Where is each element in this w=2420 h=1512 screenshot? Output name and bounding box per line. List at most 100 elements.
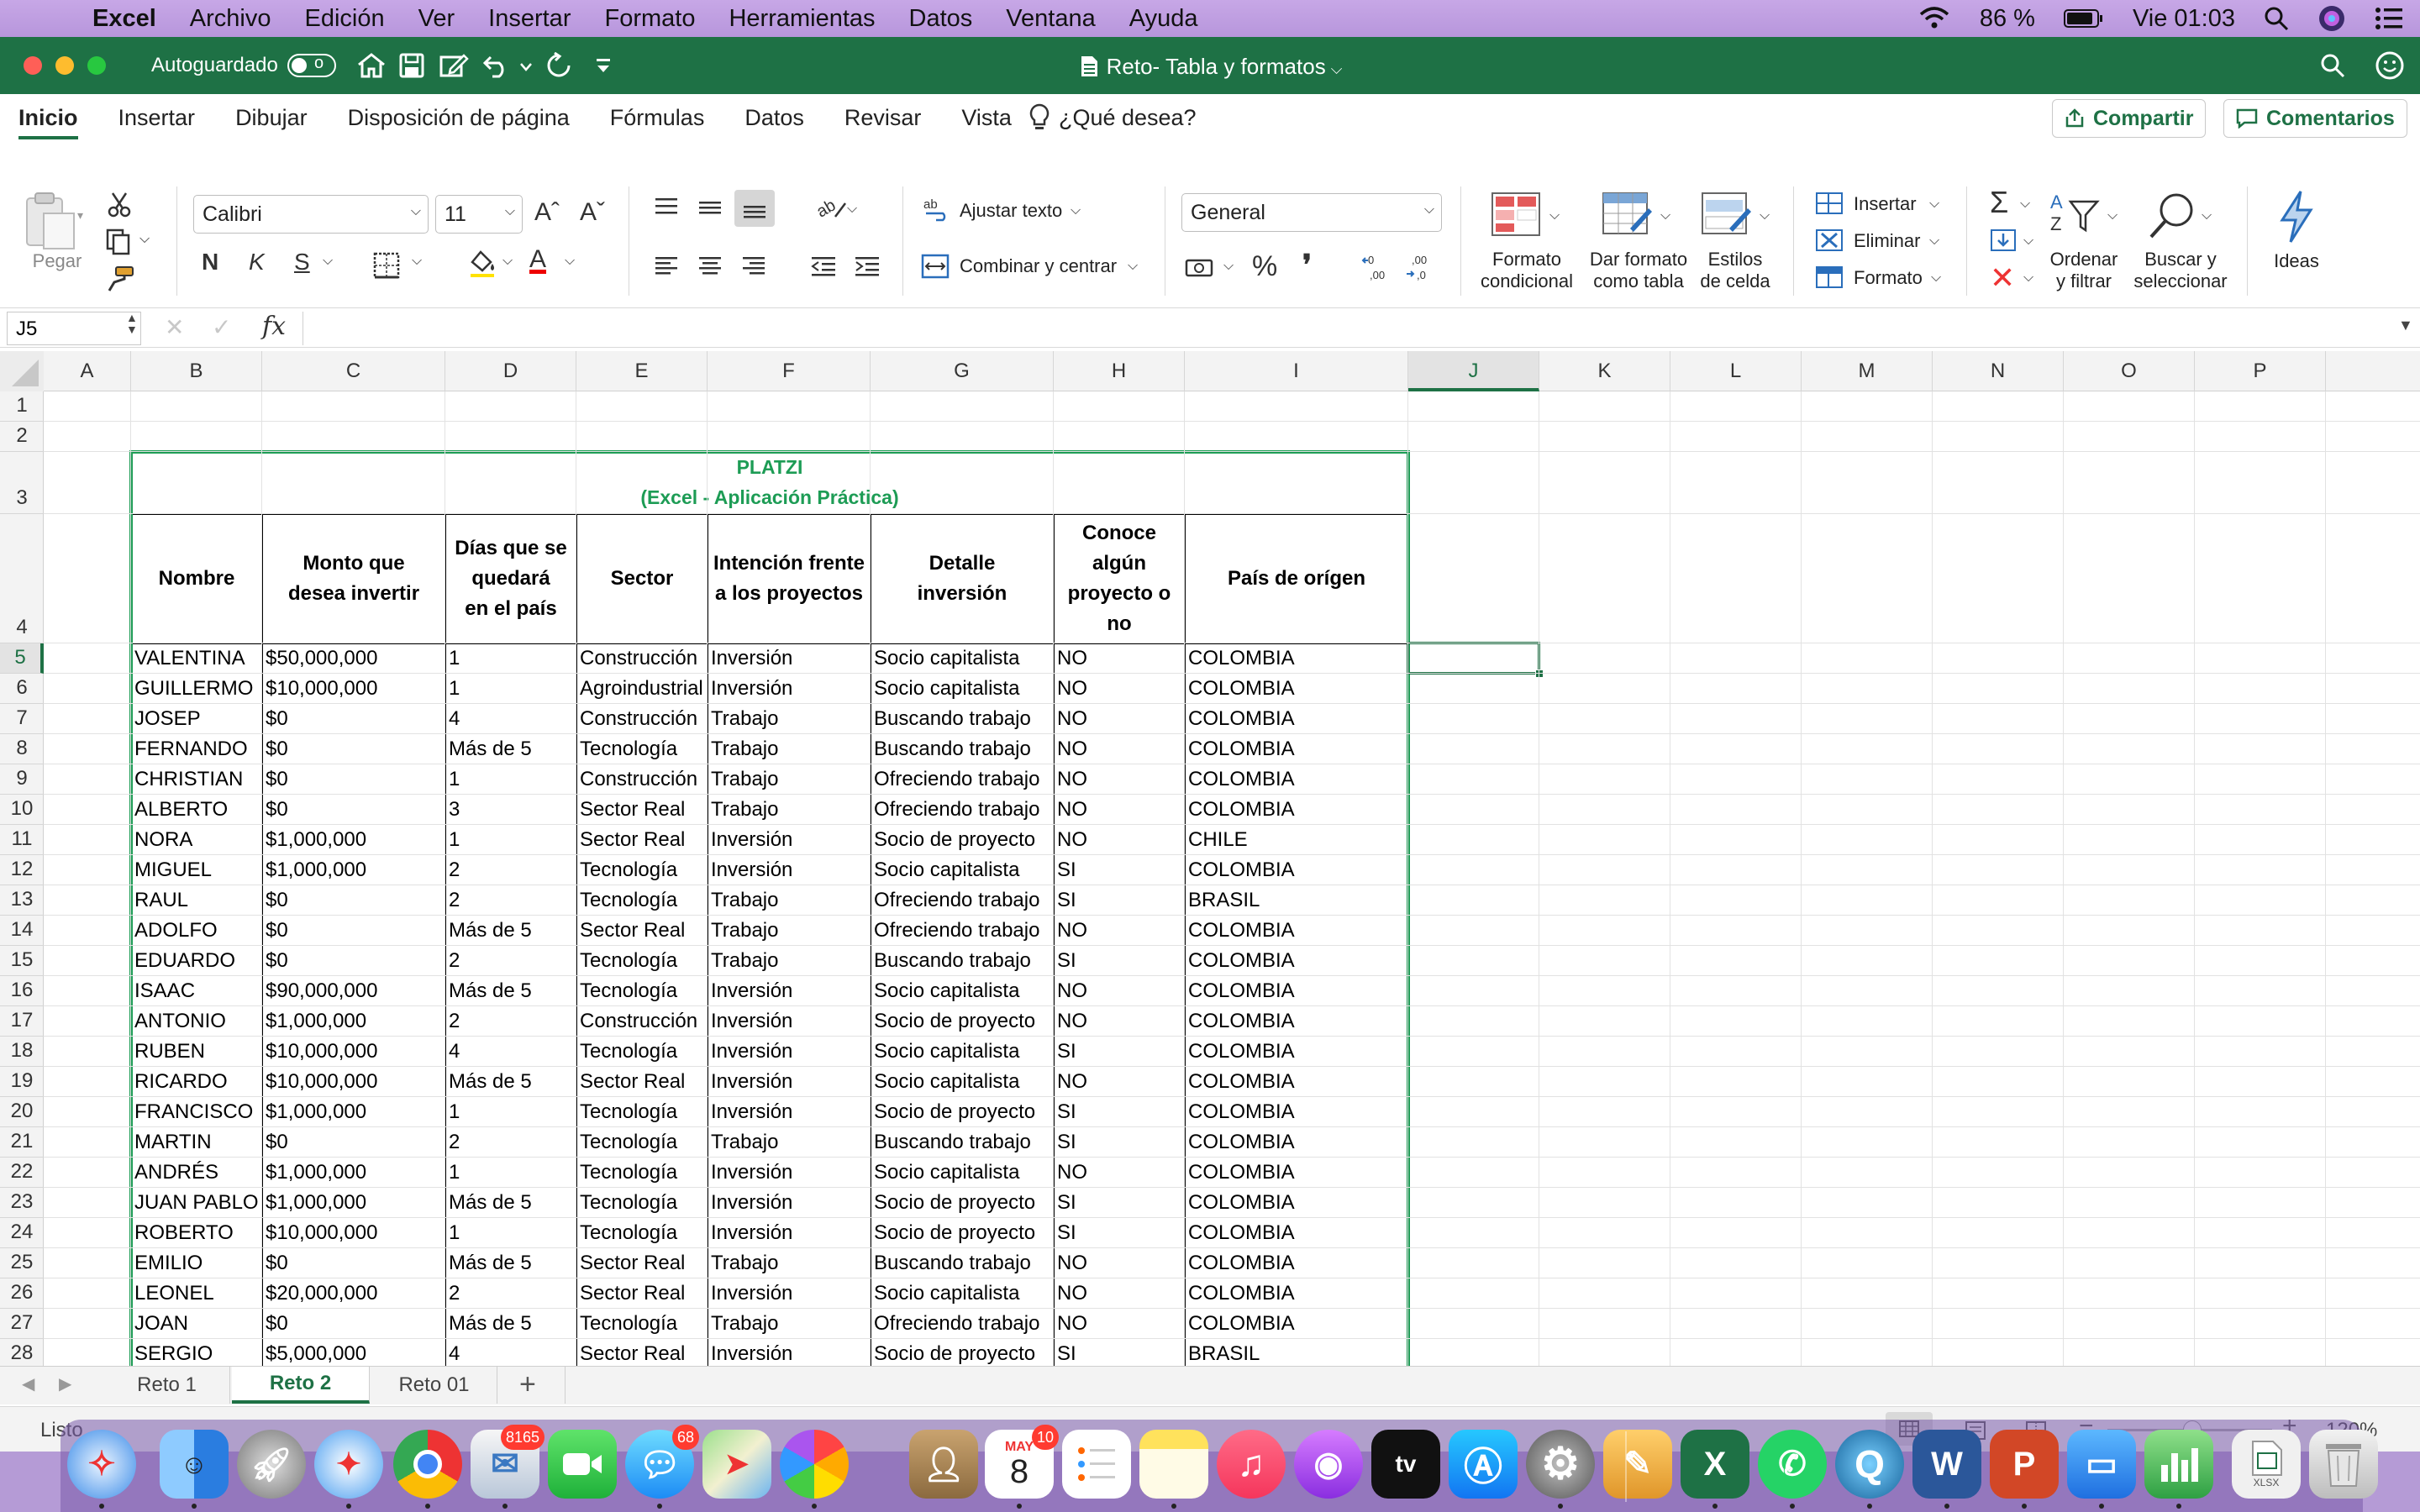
table-cell[interactable]: Tecnología [576,1218,706,1248]
table-cell[interactable]: 2 [445,885,575,916]
column-header-l[interactable]: L [1670,351,1802,391]
dock-notes-icon[interactable] [1139,1430,1208,1509]
table-cell[interactable]: Buscando trabajo [871,704,1052,734]
table-cell[interactable]: ISAAC [131,976,260,1006]
table-cell[interactable]: $0 [262,916,444,946]
tab-dibujar[interactable]: Dibujar [235,105,308,131]
table-cell[interactable]: $0 [262,734,444,764]
table-cell[interactable]: VALENTINA [131,643,260,674]
row-header-19[interactable]: 19 [0,1067,44,1097]
table-cell[interactable]: Trabajo [708,764,869,795]
row-header-8[interactable]: 8 [0,734,44,764]
table-cell[interactable]: Trabajo [708,1248,869,1278]
column-header-k[interactable]: K [1539,351,1670,391]
table-cell[interactable]: COLOMBIA [1185,1037,1407,1067]
table-cell[interactable]: Tecnología [576,976,706,1006]
table-cell[interactable]: Socio capitalista [871,976,1052,1006]
tab-inicio[interactable]: Inicio [18,97,78,139]
table-cell[interactable]: COLOMBIA [1185,643,1407,674]
table-cell[interactable]: CHILE [1185,825,1407,855]
table-cell[interactable]: Socio capitalista [871,1067,1052,1097]
menu-archivo[interactable]: Archivo [190,5,271,33]
row-header-4[interactable]: 4 [0,514,44,643]
table-cell[interactable]: $0 [262,1309,444,1339]
align-right-icon[interactable] [741,255,766,277]
ideas-label[interactable]: Ideas [2267,250,2326,272]
dock-keynote-icon[interactable]: ▭ [2067,1430,2136,1509]
table-cell[interactable]: ALBERTO [131,795,260,825]
table-cell[interactable]: Trabajo [708,795,869,825]
row-header-14[interactable]: 14 [0,916,44,946]
comma-style-button[interactable]: ❜ [1302,249,1312,282]
row-header-20[interactable]: 20 [0,1097,44,1127]
table-cell[interactable]: Socio capitalista [871,1278,1052,1309]
sort-filter-label[interactable]: Ordenar y filtrar [2033,249,2134,292]
table-cell[interactable]: Inversión [708,643,869,674]
table-cell[interactable]: Sector Real [576,1248,706,1278]
table-cell[interactable]: SI [1054,1339,1183,1366]
table-cell[interactable]: FERNANDO [131,734,260,764]
delete-cells-button[interactable]: Eliminar [1854,230,1920,252]
align-center-icon[interactable] [697,255,723,277]
table-cell[interactable]: EMILIO [131,1248,260,1278]
column-header-o[interactable]: O [2064,351,2195,391]
menu-ventana[interactable]: Ventana [1006,5,1095,33]
table-cell[interactable]: COLOMBIA [1185,704,1407,734]
table-cell[interactable]: Buscando trabajo [871,946,1052,976]
table-cell[interactable]: NO [1054,674,1183,704]
dock-calendar-icon[interactable]: MAY 8 10 [985,1425,1059,1509]
row-header-18[interactable]: 18 [0,1037,44,1067]
table-cell[interactable]: Trabajo [708,946,869,976]
align-top-icon[interactable] [654,197,679,218]
row-header-6[interactable]: 6 [0,674,44,704]
fill-color-dropdown-chevron-down-icon[interactable]: ⌵ [502,254,513,269]
table-cell[interactable]: Construcción [576,704,706,734]
table-cell[interactable]: FRANCISCO [131,1097,260,1127]
expand-formula-bar-chevron-down-icon[interactable]: ▼ [2398,317,2413,334]
row-header-10[interactable]: 10 [0,795,44,825]
table-cell[interactable]: $0 [262,764,444,795]
comments-button[interactable]: Comentarios [2223,99,2407,138]
document-title[interactable]: Reto- Tabla y formatos ⌵ [0,54,2420,80]
spotlight-search-icon[interactable] [2264,6,2289,31]
row-header-25[interactable]: 25 [0,1248,44,1278]
table-cell[interactable]: $10,000,000 [262,674,444,704]
row-header-11[interactable]: 11 [0,825,44,855]
table-cell[interactable]: COLOMBIA [1185,1278,1407,1309]
table-cell[interactable]: Tecnología [576,855,706,885]
table-cell[interactable]: Trabajo [708,1309,869,1339]
dock-excel-icon[interactable]: X [1681,1430,1749,1509]
column-header-j[interactable]: J [1408,351,1539,391]
table-cell[interactable]: Socio de proyecto [871,1218,1052,1248]
tab-disposicion-pagina[interactable]: Disposición de página [348,105,570,131]
row-header-23[interactable]: 23 [0,1188,44,1218]
share-button[interactable]: Compartir [2052,99,2207,138]
siri-icon[interactable] [2317,4,2346,33]
table-cell[interactable]: $1,000,000 [262,855,444,885]
cell-styles-icon[interactable] [1701,192,1753,239]
table-cell[interactable]: Sector Real [576,1067,706,1097]
table-cell[interactable]: NO [1054,764,1183,795]
underline-dropdown-chevron-down-icon[interactable]: ⌵ [323,254,333,269]
table-cell[interactable]: JOAN [131,1309,260,1339]
delete-cells-icon[interactable] [1815,228,1844,252]
dock-chrome-icon[interactable] [393,1430,462,1509]
tell-me-search[interactable]: ¿Qué desea? [1059,105,1197,131]
dock-trash-icon[interactable] [2309,1430,2378,1499]
row-header-16[interactable]: 16 [0,976,44,1006]
table-cell[interactable]: Inversión [708,855,869,885]
table-cell[interactable]: 4 [445,1037,575,1067]
table-cell[interactable]: 1 [445,764,575,795]
table-cell[interactable]: RUBEN [131,1037,260,1067]
table-cell[interactable]: Sector Real [576,1339,706,1366]
menu-app-excel[interactable]: Excel [92,5,156,33]
table-cell[interactable]: COLOMBIA [1185,916,1407,946]
sheet-tab-reto-1[interactable]: Reto 1 [104,1367,230,1404]
column-header-i[interactable]: I [1185,351,1408,391]
wifi-icon[interactable] [1918,6,1951,31]
autosum-sigma-icon[interactable]: Σ [1990,185,2008,220]
table-cell[interactable]: $0 [262,795,444,825]
dock-word-icon[interactable]: W [1912,1430,1981,1509]
underline-button[interactable]: S [294,249,310,276]
table-cell[interactable]: Socio de proyecto [871,1188,1052,1218]
